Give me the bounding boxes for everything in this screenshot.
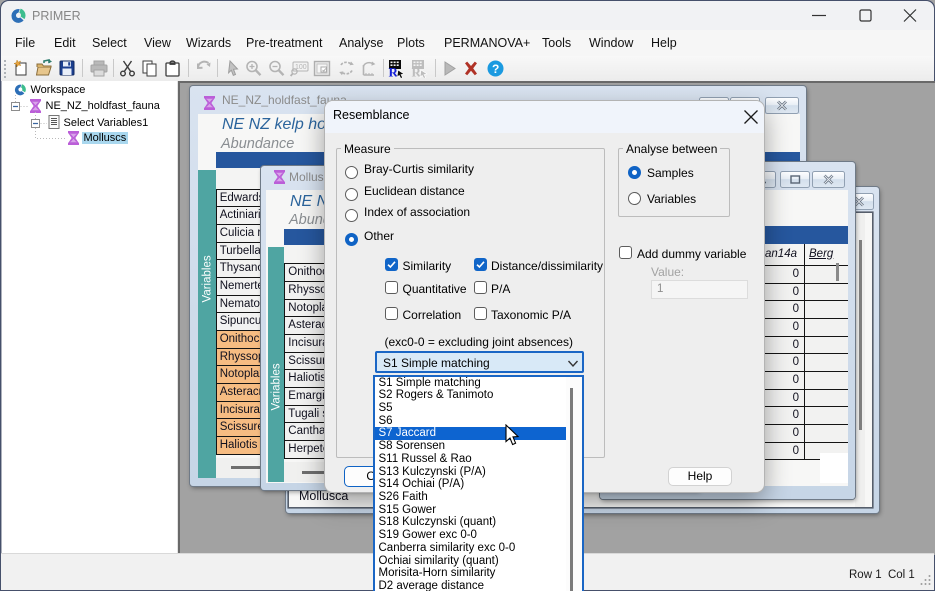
svg-text:?: ?: [492, 62, 499, 76]
